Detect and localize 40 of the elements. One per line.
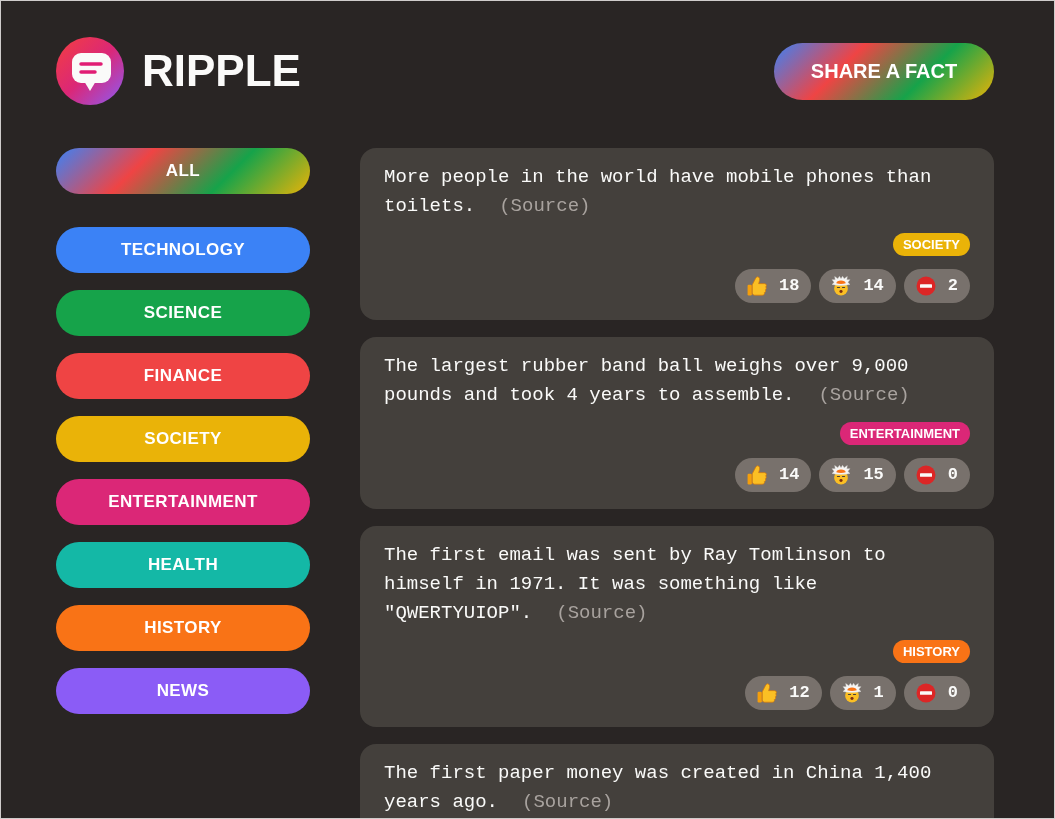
vote-button[interactable]: 2 xyxy=(903,269,970,303)
no-entry-icon xyxy=(915,465,936,485)
source-link[interactable]: (Source) xyxy=(499,195,591,217)
category-button[interactable]: FINANCE xyxy=(56,353,310,399)
category-button[interactable]: ENTERTAINMENT xyxy=(56,479,310,525)
vote-button[interactable]: 14 xyxy=(819,269,896,303)
source-link[interactable]: (Source) xyxy=(522,791,614,813)
category-tag: ENTERTAINMENT xyxy=(839,422,970,445)
share-fact-button[interactable]: SHARE A FACT xyxy=(774,42,994,100)
app-title: RIPPLE xyxy=(142,49,301,93)
category-button[interactable]: NEWS xyxy=(56,668,310,714)
no-entry-icon xyxy=(915,276,936,296)
vote-button[interactable]: 18 xyxy=(735,269,812,303)
thumbs-up-icon xyxy=(747,465,767,485)
vote-button[interactable]: 0 xyxy=(903,676,970,710)
exploding-head-icon xyxy=(831,276,852,296)
source-link[interactable]: (Source) xyxy=(556,602,648,624)
fact-text: The first paper money was created in China 1,400 years ago. (Source) xyxy=(384,761,933,815)
category-button[interactable]: HEALTH xyxy=(56,542,310,588)
thumbs-up-icon xyxy=(747,276,767,296)
fact-text: The largest rubber band ball weighs over 9,000 pounds and took 4 years to assemble. (Source) xyxy=(384,354,911,408)
fact-text: The first email was sent by Ray Tomlinson to himself in 1971. It was something like "QWERTYUIOP". (Source) xyxy=(384,543,887,626)
category-tag: SOCIETY xyxy=(892,233,970,256)
thumbs-up-icon xyxy=(757,683,778,703)
vote-button[interactable]: 15 xyxy=(819,458,896,492)
category-button[interactable]: ALL xyxy=(56,148,310,194)
no-entry-icon xyxy=(915,683,936,703)
source-link[interactable]: (Source) xyxy=(818,384,910,406)
exploding-head-icon xyxy=(841,683,862,703)
vote-button[interactable]: 14 xyxy=(735,458,812,492)
category-button[interactable]: HISTORY xyxy=(56,605,310,651)
vote-button[interactable]: 12 xyxy=(745,676,822,710)
category-tag: HISTORY xyxy=(892,640,970,663)
vote-button[interactable]: 0 xyxy=(903,458,970,492)
vote-button[interactable]: 1 xyxy=(829,676,896,710)
category-button[interactable]: SCIENCE xyxy=(56,290,310,336)
exploding-head-icon xyxy=(831,465,852,485)
logo-icon xyxy=(56,37,124,105)
category-button[interactable]: TECHNOLOGY xyxy=(56,227,310,273)
fact-text: More people in the world have mobile phones than toilets. (Source) xyxy=(384,165,933,219)
